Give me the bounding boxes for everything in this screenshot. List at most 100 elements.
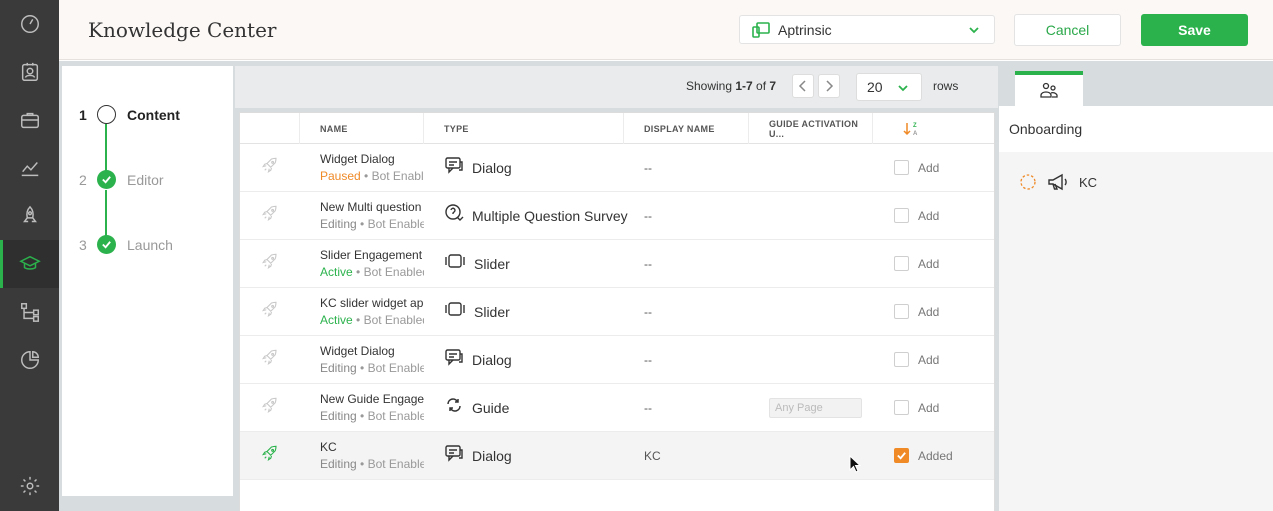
row-meta-text: Bot Enabled (363, 265, 424, 279)
next-page-button[interactable] (818, 74, 840, 98)
app-select[interactable]: Aptrinsic (739, 15, 995, 44)
step-check-icon (97, 235, 116, 254)
nav-analytics[interactable] (0, 144, 59, 192)
row-name-cell[interactable]: New Guide Engager Editing • Bot Enabled (300, 384, 424, 431)
prev-page-button[interactable] (792, 74, 814, 98)
rocket-icon (261, 396, 279, 419)
dashed-circle-icon (1020, 174, 1036, 190)
rocket-icon (261, 204, 279, 227)
chevron-left-icon (798, 80, 806, 92)
dialog-icon (444, 348, 464, 371)
row-add-cell: Add (873, 384, 994, 431)
table-row[interactable]: Widget Dialog Paused • Bot Enabled Dialog -… (240, 144, 994, 192)
row-type-cell: Dialog (424, 336, 624, 383)
row-type-cell: Multiple Question Survey (424, 192, 628, 239)
row-add-cell: Add (873, 336, 994, 383)
column-header-guide-activation[interactable]: GUIDE ACTIVATION U... (749, 113, 873, 144)
dialog-icon (444, 156, 464, 179)
row-meta: Editing • Bot Enabled (320, 217, 424, 231)
nav-contacts[interactable] (0, 48, 59, 96)
add-checkbox[interactable] (894, 160, 909, 175)
activation-input[interactable]: Any Page (769, 397, 862, 418)
table-row[interactable]: KC Editing • Bot Enabled Dialog KC Added (240, 432, 994, 480)
row-engagement-icon (240, 240, 300, 287)
step-editor[interactable]: 2 Editor (79, 170, 164, 189)
graduation-cap-icon (18, 255, 41, 270)
row-name-cell[interactable]: Widget Dialog Editing • Bot Enabled (300, 336, 424, 383)
add-checkbox[interactable] (894, 352, 909, 367)
nav-engagements[interactable] (0, 192, 59, 240)
row-type-cell: Slider (424, 288, 624, 335)
step-number: 2 (79, 171, 87, 188)
row-name-cell[interactable]: New Multi question Editing • Bot Enabled (300, 192, 424, 239)
row-status: Active (320, 265, 353, 279)
row-meta: Paused • Bot Enabled (320, 169, 424, 183)
add-label: Add (918, 256, 940, 271)
row-name-cell[interactable]: Slider Engagement Active • Bot Enabled (300, 240, 424, 287)
svg-text:A: A (913, 131, 918, 137)
add-checkbox[interactable] (894, 400, 909, 415)
table-row[interactable]: New Multi question Editing • Bot Enabled M… (240, 192, 994, 240)
step-content[interactable]: 1 Content (79, 105, 180, 124)
table-row[interactable]: New Guide Engager Editing • Bot Enabled Gu… (240, 384, 994, 432)
nav-knowledge-center[interactable] (0, 240, 59, 288)
save-button[interactable]: Save (1141, 14, 1248, 46)
nav-journeys[interactable] (0, 288, 59, 336)
add-checkbox[interactable] (894, 448, 909, 463)
table-row[interactable]: KC slider widget app Active • Bot Enabled… (240, 288, 994, 336)
rocket-icon (261, 444, 279, 467)
kc-item[interactable]: KC (1019, 173, 1097, 191)
add-label: Add (918, 304, 940, 319)
row-meta-text: Bot Enabled (367, 217, 424, 231)
add-label: Add (918, 352, 940, 367)
row-name: Widget Dialog (320, 344, 395, 358)
sort-button[interactable]: Z A (873, 113, 994, 144)
chevron-down-icon (969, 27, 979, 34)
cancel-button[interactable]: Cancel (1014, 14, 1121, 46)
row-meta: Editing • Bot Enabled (320, 457, 424, 471)
row-name: KC slider widget app (320, 296, 424, 310)
nav-reports[interactable] (0, 336, 59, 384)
row-engagement-icon (240, 432, 300, 479)
sort-z-a-icon: Z A (903, 122, 918, 137)
dashboard-icon (20, 15, 39, 33)
add-checkbox[interactable] (894, 208, 909, 223)
row-type: Slider (474, 303, 510, 320)
tab-onboarding[interactable] (1015, 71, 1083, 106)
row-name: New Multi question (320, 200, 422, 214)
row-name-cell[interactable]: Widget Dialog Paused • Bot Enabled (300, 144, 424, 191)
column-header-display-name[interactable]: DISPLAY NAME (624, 113, 749, 144)
row-type-cell: Dialog (424, 432, 624, 479)
left-nav (0, 0, 59, 511)
nav-briefcase[interactable] (0, 96, 59, 144)
step-number: 1 (79, 106, 87, 123)
rocket-icon (22, 205, 37, 223)
row-meta-text: Bot Enabled (363, 313, 424, 327)
row-name-cell[interactable]: KC slider widget app Active • Bot Enabled (300, 288, 424, 335)
kc-item-label: KC (1079, 174, 1098, 190)
nav-settings[interactable] (0, 462, 59, 510)
step-label: Content (127, 106, 180, 123)
row-display-name: -- (644, 160, 652, 175)
row-name-cell[interactable]: KC Editing • Bot Enabled (300, 432, 424, 479)
add-checkbox[interactable] (894, 304, 909, 319)
row-activation-cell (749, 240, 873, 287)
row-activation-cell (749, 288, 873, 335)
nav-dashboard[interactable] (0, 0, 59, 48)
step-launch[interactable]: 3 Launch (79, 235, 173, 254)
column-header-type[interactable]: TYPE (424, 113, 624, 144)
row-engagement-icon (240, 144, 300, 191)
slider-icon (444, 253, 466, 274)
checkmark-icon (897, 452, 906, 460)
step-number: 3 (79, 236, 87, 253)
rows-per-page-select[interactable]: 20 (856, 73, 922, 101)
column-header-name[interactable]: NAME (300, 113, 424, 144)
table-row[interactable]: Widget Dialog Editing • Bot Enabled Dialog… (240, 336, 994, 384)
row-type-cell: Guide (424, 384, 624, 431)
row-name: Widget Dialog (320, 152, 395, 166)
row-name: KC (320, 440, 337, 454)
table-row[interactable]: Slider Engagement Active • Bot Enabled Sli… (240, 240, 994, 288)
kc-preview-panel: Onboarding KC (999, 66, 1273, 511)
add-checkbox[interactable] (894, 256, 909, 271)
step-connector (105, 124, 107, 174)
